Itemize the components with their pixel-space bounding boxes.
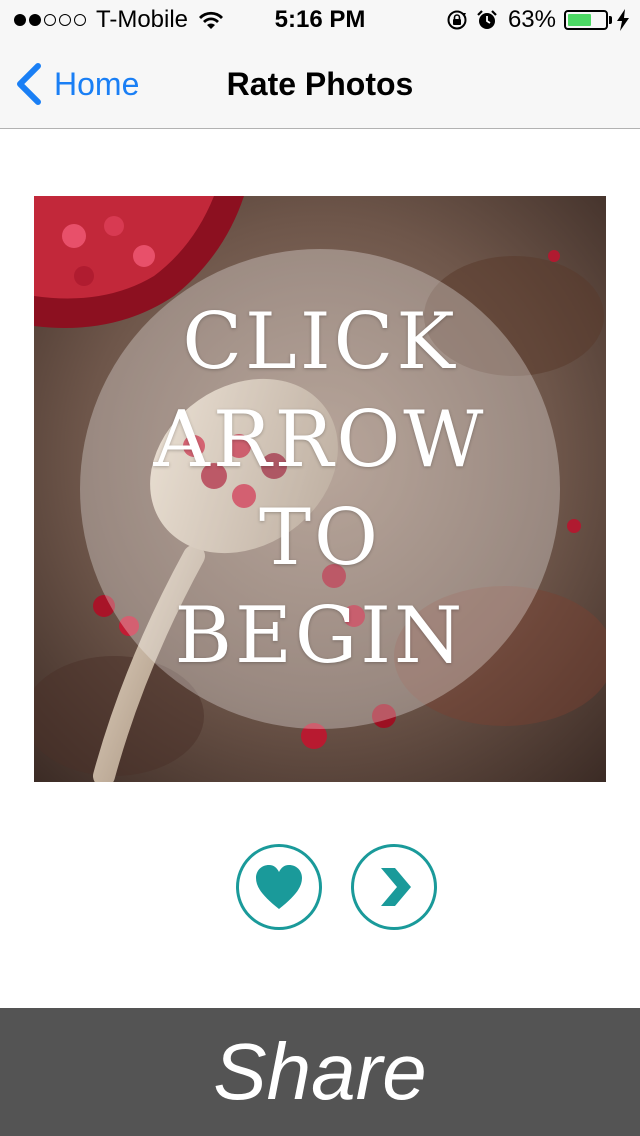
share-button[interactable]: Share [0, 1008, 640, 1136]
battery-percent: 63% [507, 6, 556, 33]
battery-tip [609, 16, 612, 24]
heart-icon [256, 865, 302, 909]
overlay-line: TO [259, 493, 381, 583]
share-label: Share [213, 1027, 427, 1116]
photo-overlay-text: CLICK ARROW TO BEGIN [34, 196, 606, 782]
navigation-bar: Home Rate Photos [0, 40, 640, 129]
battery-fill [568, 14, 591, 26]
status-bar: T-Mobile 5:16 PM 63% [0, 0, 640, 40]
next-arrow-button[interactable] [351, 844, 437, 930]
overlay-line: BEGIN [174, 591, 466, 681]
overlay-line: CLICK [182, 297, 458, 387]
like-button[interactable] [236, 844, 322, 930]
photo-card: CLICK ARROW TO BEGIN [34, 196, 606, 782]
battery-icon [564, 10, 608, 30]
rotation-lock-icon [447, 10, 467, 30]
charging-bolt-icon [617, 9, 629, 31]
page-title: Rate Photos [226, 66, 414, 102]
status-right: 63% [438, 6, 630, 34]
overlay-line: ARROW [153, 395, 487, 485]
alarm-icon [477, 10, 497, 29]
chevron-right-icon [381, 868, 411, 906]
